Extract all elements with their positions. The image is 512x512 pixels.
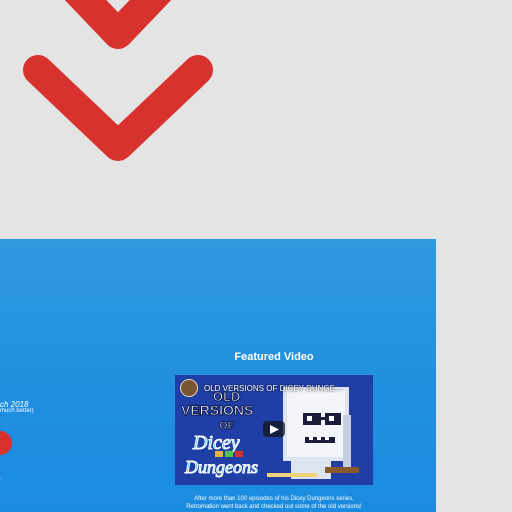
play-icon — [270, 425, 279, 434]
news-dot: . — [0, 475, 2, 481]
double-chevron-down-icon[interactable] — [18, 0, 220, 170]
channel-avatar[interactable] — [180, 379, 198, 397]
caption-line-1: After more than 100 episodes of his Dice… — [194, 496, 354, 502]
art-text-dungeons: Dungeons — [184, 457, 258, 477]
video-caption: After more than 100 episodes of his Dice… — [168, 495, 380, 511]
art-text-versions: VERSIONS — [181, 402, 253, 418]
featured-video-heading: Featured Video — [234, 351, 314, 363]
play-button[interactable] — [263, 421, 285, 437]
art-text-of: OF — [219, 420, 235, 432]
page: ch 2018 much better) . Featured Video OL… — [0, 0, 512, 512]
news-note-fragment: much better) — [0, 408, 34, 414]
featured-section: ch 2018 much better) . Featured Video OL… — [0, 239, 436, 512]
featured-video-thumbnail[interactable]: OLD VERSIONS OF Dicey Dungeons OLD VERSI… — [175, 375, 373, 485]
art-text-dicey: Dicey — [192, 432, 240, 454]
caption-line-2: Retromation went back and checked out so… — [186, 504, 362, 510]
red-circle-button[interactable] — [0, 431, 12, 455]
video-title[interactable]: OLD VERSIONS OF DICEY DUNGE... — [204, 384, 342, 394]
